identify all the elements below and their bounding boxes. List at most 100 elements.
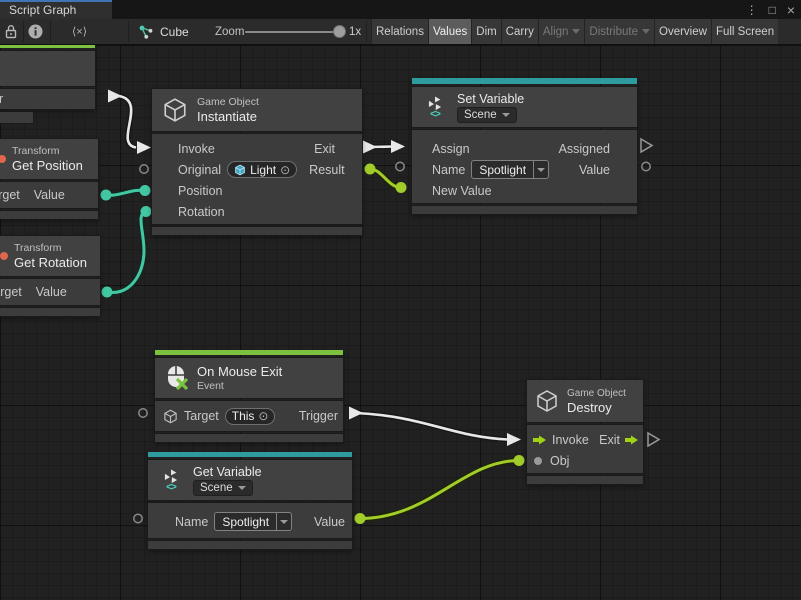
object-picker-icon[interactable]: ⊙ (280, 163, 290, 177)
graph-node-icon (138, 24, 154, 40)
lock-button[interactable] (4, 19, 18, 44)
node-footer (412, 206, 637, 214)
breadcrumb[interactable]: Cube (138, 19, 189, 44)
overview-button[interactable]: Overview (654, 19, 711, 44)
distribute-button[interactable]: Distribute (584, 19, 654, 44)
port-label-target: Target (0, 188, 20, 202)
port-getrotation-value[interactable] (102, 287, 113, 298)
code-view-button[interactable]: ⟨×⟩ (72, 19, 87, 44)
align-button[interactable]: Align (538, 19, 585, 44)
value-dot-icon (534, 457, 542, 465)
transform-icon (0, 155, 6, 163)
object-field-light[interactable]: Light ⊙ (227, 161, 297, 178)
port-invoke-in[interactable] (137, 141, 151, 154)
port-getposition-value[interactable] (101, 190, 112, 201)
node-subtitle: Event (197, 380, 282, 392)
port-position-in[interactable] (140, 185, 151, 196)
port-result-out[interactable] (365, 164, 376, 175)
port-label-value: Value (36, 285, 67, 299)
node-header (0, 51, 95, 86)
port-assigned-out[interactable] (641, 139, 652, 152)
port-label-name: Name (175, 515, 208, 529)
port-value-out[interactable] (642, 162, 650, 170)
dim-button[interactable]: Dim (471, 19, 500, 44)
port-label-assigned: Assigned (559, 142, 610, 156)
toolbar-button-group: Relations Values Dim Carry Align Distrib… (371, 19, 778, 44)
node-footer (527, 476, 643, 484)
variable-scope-dropdown[interactable]: Scene (457, 107, 517, 123)
variable-scope-dropdown[interactable]: Scene (193, 480, 253, 496)
port-destroy-invoke-in[interactable] (507, 433, 521, 446)
node-instantiate[interactable]: Game Object Instantiate Invoke Exit Orig… (152, 89, 362, 235)
port-label-new-value: New Value (432, 184, 492, 198)
port-label-position: Position (178, 184, 222, 198)
relations-button[interactable]: Relations (371, 19, 428, 44)
wire-getrotation-to-rotation[interactable] (102, 206, 152, 298)
port-trigger-out[interactable] (349, 407, 363, 420)
toolbar-divider (366, 21, 367, 42)
window-close-icon[interactable]: × (787, 2, 795, 18)
node-title: Instantiate (197, 109, 259, 124)
port-label-invoke: Invoke (552, 433, 589, 447)
info-button[interactable] (28, 19, 43, 44)
port-getvariable-value[interactable] (355, 513, 366, 524)
tab-script-graph[interactable]: Script Graph (0, 0, 112, 19)
variable-accent-bar (148, 452, 352, 457)
mouse-exit-icon (165, 365, 189, 391)
port-obj-in[interactable] (514, 455, 525, 466)
variable-name-dropdown[interactable]: Spotlight (214, 512, 292, 531)
port-name-in[interactable] (396, 162, 404, 170)
port-exit-out[interactable] (363, 141, 377, 154)
node-footer (148, 541, 352, 549)
flow-arrow-icon (533, 435, 547, 445)
node-set-variable[interactable]: <> Set Variable Scene Assign Assigned (412, 78, 637, 214)
variable-name-dropdown[interactable]: Spotlight (471, 160, 549, 179)
carry-button[interactable]: Carry (501, 19, 538, 44)
node-destroy[interactable]: Game Object Destroy Invoke Exit (527, 380, 643, 484)
fullscreen-button[interactable]: Full Screen (711, 19, 778, 44)
port-rotation-in[interactable] (141, 206, 152, 217)
toolbar-divider (23, 21, 24, 42)
values-button[interactable]: Values (428, 19, 471, 44)
port-trigger-out[interactable] (108, 90, 122, 103)
node-event-fragment[interactable]: Trigger (0, 45, 95, 109)
event-accent-bar (0, 45, 95, 48)
scene-variable-icon: <> (158, 469, 184, 492)
port-destroy-exit-out[interactable] (648, 433, 659, 446)
flow-arrow-icon (625, 435, 639, 445)
node-title: Destroy (567, 400, 626, 415)
zoom-slider-track[interactable] (245, 31, 337, 33)
wire-getvariable-to-obj[interactable] (355, 455, 525, 524)
object-field-this[interactable]: This ⊙ (225, 408, 276, 425)
script-graph-window: Script Graph ⋮ □ × ⟨×⟩ (0, 0, 801, 600)
window-maximize-icon[interactable]: □ (769, 3, 776, 17)
node-get-rotation[interactable]: Transform Get Rotation Target Value (0, 236, 100, 316)
port-original-in[interactable] (140, 165, 148, 173)
port-getvariable-name-in[interactable] (134, 514, 142, 522)
wire-trigger-to-destroy-invoke[interactable] (349, 407, 521, 447)
object-picker-icon[interactable]: ⊙ (258, 409, 268, 423)
port-newvalue-in[interactable] (396, 182, 407, 193)
node-get-position[interactable]: Transform Get Position Target Value (0, 139, 98, 219)
graph-canvas[interactable]: Trigger Game Object Instantiate Invoke (0, 45, 801, 600)
window-menu-icon[interactable]: ⋮ (746, 3, 758, 17)
port-assign-in[interactable] (391, 140, 405, 153)
wire-event-to-instantiate[interactable] (108, 90, 151, 155)
zoom-slider-handle[interactable] (333, 25, 346, 38)
lock-icon (4, 24, 18, 39)
prefab-cube-icon (234, 164, 246, 176)
wire-getposition-to-position[interactable] (101, 185, 151, 201)
event-accent-bar (155, 350, 343, 355)
node-title: Set Variable (457, 92, 524, 106)
node-get-variable[interactable]: <> Get Variable Scene Name Spotlight (148, 452, 352, 549)
port-label-result: Result (309, 163, 344, 177)
port-label-original: Original (178, 163, 221, 177)
port-label-invoke: Invoke (178, 142, 215, 156)
node-category: Game Object (567, 388, 626, 399)
breadcrumb-label: Cube (160, 25, 189, 39)
wire-result-to-newvalue[interactable] (365, 164, 407, 194)
port-target-in[interactable] (139, 409, 147, 417)
wire-exit-to-assign[interactable] (363, 140, 405, 154)
node-on-mouse-exit[interactable]: On Mouse Exit Event Target This ⊙ (155, 350, 343, 442)
port-label-obj: Obj (550, 454, 569, 468)
